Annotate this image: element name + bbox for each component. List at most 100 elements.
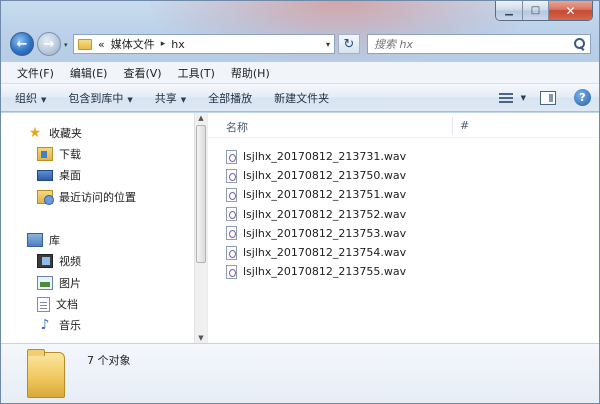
share-label: 共享 (154, 91, 177, 105)
nav-favorites[interactable]: ★ 收藏夹 (27, 125, 82, 141)
view-options-dropdown[interactable]: ▼ (521, 94, 526, 102)
caret-down-icon: ▼ (180, 95, 187, 104)
menu-edit[interactable]: 编辑(E) (62, 65, 116, 81)
file-list: lsjlhx_20170812_213731.wav lsjlhx_201708… (226, 147, 406, 281)
file-name: lsjlhx_20170812_213754.wav (243, 246, 407, 260)
refresh-button[interactable]: ↻ (338, 34, 360, 54)
nav-item-desktop[interactable]: 桌面 (37, 167, 81, 183)
breadcrumb-hx[interactable]: hx (171, 38, 184, 51)
star-icon: ★ (28, 125, 42, 141)
file-item[interactable]: lsjlhx_20170812_213731.wav (226, 147, 406, 166)
back-button[interactable]: ← (10, 32, 34, 56)
file-name: lsjlhx_20170812_213731.wav (243, 150, 407, 164)
content-area: ★ 收藏夹 下载 桌面 最近访问的位置 库 视频 图片 文档 ♪ 音乐 ▲ ▼ … (1, 113, 599, 343)
new-folder-button[interactable]: 新建文件夹 (274, 90, 329, 106)
address-bar[interactable]: « 媒体文件 ▸ hx ▾ (73, 34, 335, 54)
organize-button[interactable]: 组织 ▼ (15, 90, 46, 106)
file-list-pane: 名称 # lsjlhx_20170812_213731.wav lsjlhx_2… (207, 113, 599, 343)
file-name: lsjlhx_20170812_213752.wav (243, 207, 407, 221)
nav-library[interactable]: 库 (27, 232, 60, 248)
caret-down-icon: ▼ (41, 95, 47, 104)
nav-item-recent-places[interactable]: 最近访问的位置 (37, 189, 136, 205)
downloads-icon (37, 147, 53, 161)
file-name: lsjlhx_20170812_213751.wav (243, 188, 407, 202)
menu-help[interactable]: 帮助(H) (223, 65, 278, 81)
arrow-left-icon: ← (16, 36, 28, 52)
organize-label: 组织 (15, 91, 37, 105)
menu-view[interactable]: 查看(V) (115, 65, 169, 81)
caption-buttons: ▁ □ ✕ (495, 1, 593, 21)
share-button[interactable]: 共享 ▼ (155, 90, 186, 106)
minimize-button[interactable]: ▁ (496, 1, 522, 20)
folder-icon (27, 349, 65, 398)
details-pane: 7 个对象 (1, 343, 599, 403)
audio-file-icon (226, 168, 237, 183)
search-input[interactable] (368, 36, 571, 52)
file-name: lsjlhx_20170812_213755.wav (243, 265, 407, 279)
desktop-icon (37, 169, 53, 181)
audio-file-icon (226, 187, 237, 202)
nav-item-label: 下载 (59, 148, 81, 161)
nav-item-music[interactable]: ♪ 音乐 (37, 317, 81, 333)
play-all-button[interactable]: 全部播放 (208, 90, 252, 106)
chevron-down-icon[interactable]: ▾ (326, 40, 330, 49)
file-item[interactable]: lsjlhx_20170812_213752.wav (226, 205, 406, 224)
nav-item-videos[interactable]: 视频 (37, 253, 81, 269)
nav-item-label: 最近访问的位置 (59, 191, 136, 204)
chevron-right-icon[interactable]: ▸ (161, 39, 166, 49)
close-button[interactable]: ✕ (548, 1, 592, 20)
search-icon[interactable] (571, 36, 587, 52)
recent-places-icon (37, 190, 54, 205)
navigation-scrollbar[interactable]: ▲ ▼ (194, 113, 207, 343)
item-count: 7 个对象 (87, 354, 131, 367)
scroll-up-icon[interactable]: ▲ (195, 114, 207, 122)
scroll-down-icon[interactable]: ▼ (195, 334, 207, 342)
breadcrumb-media-files[interactable]: 媒体文件 (111, 36, 155, 52)
header-divider (208, 137, 599, 138)
menu-tools[interactable]: 工具(T) (170, 65, 223, 81)
address-overflow[interactable]: « (98, 38, 105, 51)
include-in-library-label: 包含到库中 (68, 91, 124, 105)
folder-icon (78, 38, 92, 50)
include-in-library-button[interactable]: 包含到库中 ▼ (68, 90, 132, 106)
command-bar: 组织 ▼ 包含到库中 ▼ 共享 ▼ 全部播放 新建文件夹 ▼ ? (1, 84, 599, 112)
music-icon: ♪ (40, 317, 50, 333)
file-item[interactable]: lsjlhx_20170812_213754.wav (226, 243, 406, 262)
help-icon[interactable]: ? (574, 89, 591, 106)
forward-button[interactable]: → (37, 32, 61, 56)
audio-file-icon (226, 207, 237, 222)
file-item[interactable]: lsjlhx_20170812_213750.wav (226, 166, 406, 185)
file-item[interactable]: lsjlhx_20170812_213751.wav (226, 185, 406, 204)
file-item[interactable]: lsjlhx_20170812_213753.wav (226, 224, 406, 243)
audio-file-icon (226, 149, 237, 164)
file-item[interactable]: lsjlhx_20170812_213755.wav (226, 262, 406, 281)
video-icon (37, 254, 53, 268)
view-options-icon[interactable] (497, 90, 515, 106)
search-box[interactable] (367, 34, 591, 54)
view-controls: ▼ ? (497, 89, 591, 106)
recent-pages-dropdown[interactable]: ▾ (64, 41, 68, 49)
preview-pane-icon[interactable] (540, 90, 556, 105)
nav-library-label: 库 (49, 234, 60, 247)
document-icon (37, 296, 50, 312)
library-icon (27, 233, 43, 247)
arrow-right-icon: → (43, 36, 55, 52)
caret-down-icon: ▼ (127, 95, 133, 104)
column-divider[interactable] (452, 117, 453, 135)
file-name: lsjlhx_20170812_213750.wav (243, 169, 407, 183)
nav-item-downloads[interactable]: 下载 (37, 146, 81, 162)
refresh-icon: ↻ (343, 36, 355, 52)
audio-file-icon (226, 226, 237, 241)
audio-file-icon (226, 264, 237, 279)
scrollbar-thumb[interactable] (196, 125, 206, 263)
column-header-name[interactable]: 名称 (226, 119, 248, 135)
nav-item-documents[interactable]: 文档 (37, 296, 78, 312)
column-header-number[interactable]: # (460, 119, 469, 132)
nav-item-label: 图片 (59, 277, 81, 290)
menu-bar: 文件(F) 编辑(E) 查看(V) 工具(T) 帮助(H) (1, 62, 599, 84)
menu-file[interactable]: 文件(F) (9, 65, 62, 81)
nav-item-pictures[interactable]: 图片 (37, 275, 81, 291)
explorer-window: ▁ □ ✕ ← → ▾ « 媒体文件 ▸ hx ▾ ↻ 文件(F) 编辑(E) (0, 0, 600, 404)
maximize-button[interactable]: □ (522, 1, 548, 20)
audio-file-icon (226, 245, 237, 260)
